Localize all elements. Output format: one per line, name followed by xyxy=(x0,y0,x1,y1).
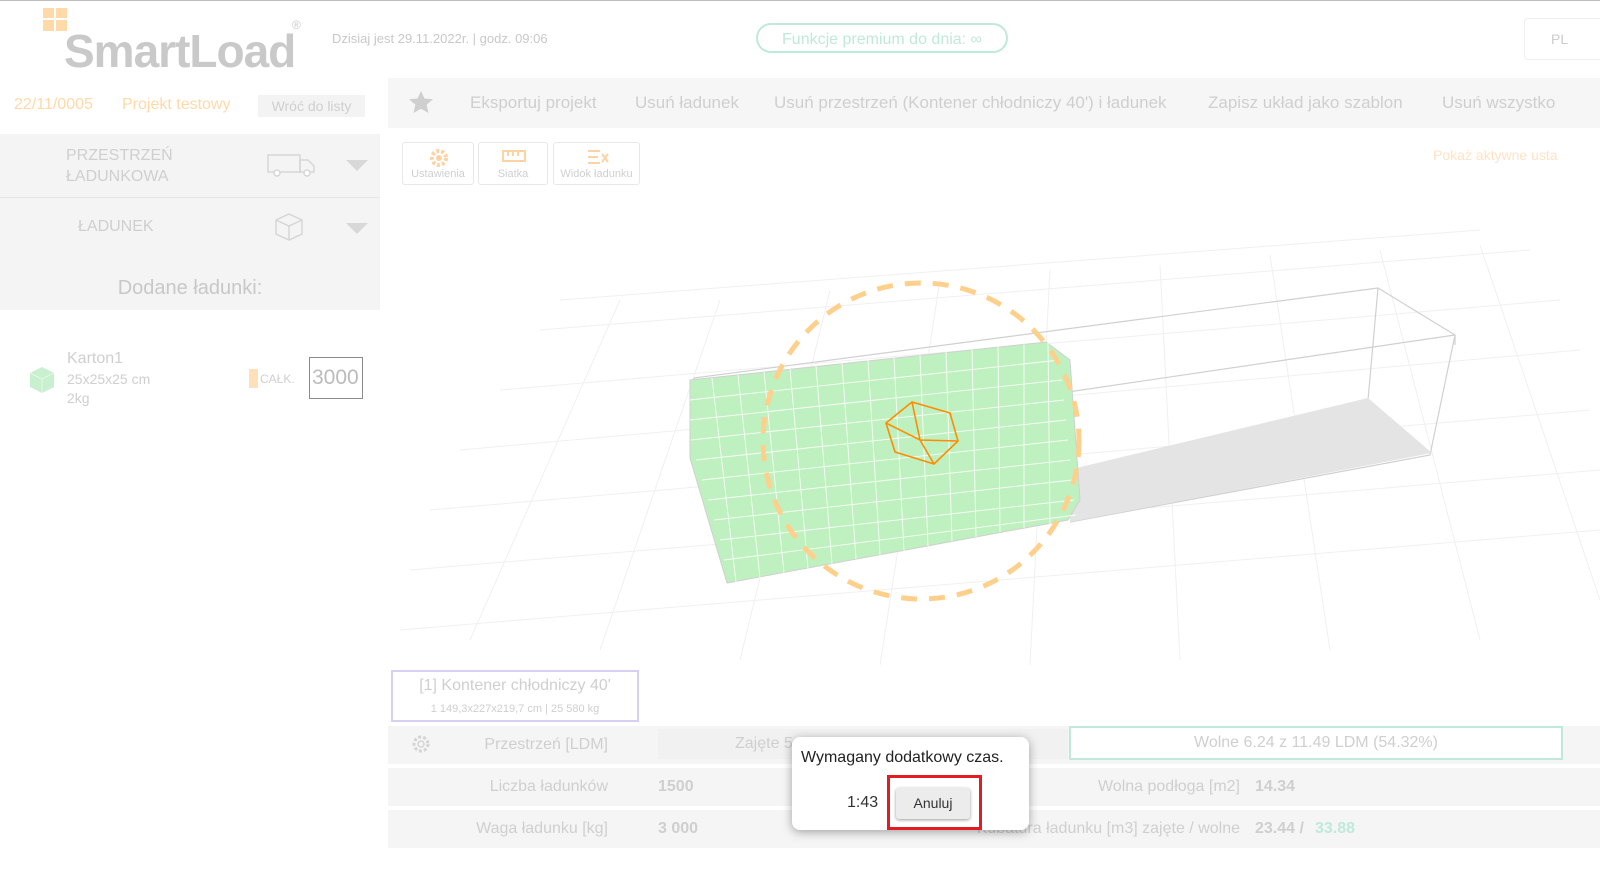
cargo-item-weight: 2kg xyxy=(67,390,90,406)
chevron-down-icon[interactable] xyxy=(346,160,368,172)
cargo-view-icon xyxy=(588,150,609,164)
cargo-section[interactable]: ŁADUNEK xyxy=(78,218,154,236)
cargo-item-dimensions: 25x25x25 cm xyxy=(67,371,151,387)
settings-tool-button[interactable]: Ustawienia xyxy=(402,142,474,185)
cargo-view-tool-label: Widok ładunku xyxy=(560,168,633,180)
dialog-timer: 1:43 xyxy=(847,794,879,811)
3d-viewport[interactable] xyxy=(388,188,1600,668)
language-selector[interactable]: PL xyxy=(1524,18,1600,60)
gear-icon[interactable] xyxy=(410,733,432,755)
free-floor-label: Wolna podłoga [m2] xyxy=(1097,778,1240,795)
gear-icon xyxy=(430,149,448,167)
volume-free-value: 33.88 xyxy=(1315,820,1356,837)
cargo-item-name: Karton1 xyxy=(67,350,124,367)
cargo-count-value: 1500 xyxy=(658,778,694,795)
cancel-button-highlight xyxy=(887,775,982,830)
box-icon xyxy=(275,213,303,241)
show-active-settings-link[interactable]: Pokaż aktywne usta xyxy=(1433,147,1558,163)
divider xyxy=(0,197,380,198)
space-ldm-label: Przestrzeń [LDM] xyxy=(484,736,608,753)
cargo-weight-value: 3 000 xyxy=(658,820,699,837)
cargo-block xyxy=(689,341,1081,584)
remove-all-menu-item[interactable]: Usuń wszystko xyxy=(1442,93,1555,113)
total-label: CAŁK. xyxy=(260,372,295,386)
free-floor-value: 14.34 xyxy=(1255,778,1296,795)
grid-tool-label: Siatka xyxy=(497,168,529,180)
logo[interactable]: SmartLoad xyxy=(64,24,296,78)
star-icon[interactable] xyxy=(408,90,434,114)
current-date: Dzisiaj jest 29.11.2022r. | godz. 09:06 xyxy=(332,31,548,46)
save-template-menu-item[interactable]: Zapisz układ jako szablon xyxy=(1208,93,1403,113)
premium-button[interactable]: Funkcje premium do dnia: ∞ xyxy=(756,23,1008,53)
project-id: 22/11/0005 xyxy=(14,96,93,113)
container-dimensions: 1 149,3x227x219,7 cm | 25 580 kg xyxy=(430,703,600,715)
cargo-count-label: Liczba ładunków xyxy=(489,778,608,795)
free-ldm-box: Wolne 6.24 z 11.49 LDM (54.32%) xyxy=(1069,726,1563,760)
logo-registered-mark: ® xyxy=(292,18,301,32)
volume-occupied-value: 23.44 / xyxy=(1255,820,1304,837)
total-marker xyxy=(249,369,258,388)
export-project-menu-item[interactable]: Eksportuj projekt xyxy=(470,93,597,113)
back-to-list-button[interactable]: Wróć do listy xyxy=(258,95,365,117)
top-border xyxy=(0,0,1600,1)
cargo-cube-icon xyxy=(29,367,55,393)
container-name: [1] Kontener chłodniczy 40' xyxy=(419,677,611,694)
chevron-down-icon[interactable] xyxy=(346,223,368,235)
project-name[interactable]: Projekt testowy xyxy=(122,96,230,114)
added-cargo-title: Dodane ładunki: xyxy=(117,277,263,299)
quantity-input[interactable] xyxy=(309,357,363,399)
ruler-icon xyxy=(502,150,526,162)
cargo-view-tool-button[interactable]: Widok ładunku xyxy=(553,142,640,185)
remove-cargo-menu-item[interactable]: Usuń ładunek xyxy=(635,93,739,113)
dialog-title: Wymagany dodatkowy czas. xyxy=(801,749,1004,766)
settings-tool-label: Ustawienia xyxy=(411,168,465,180)
remove-space-menu-item[interactable]: Usuń przestrzeń (Kontener chłodniczy 40'… xyxy=(774,93,1167,113)
grid-tool-button[interactable]: Siatka xyxy=(478,142,548,185)
occupied-ldm-label: Zajęte 5 xyxy=(735,735,793,752)
container-label[interactable]: [1] Kontener chłodniczy 40' 1 149,3x227x… xyxy=(391,670,639,722)
cargo-space-section[interactable]: PRZESTRZEŃ ŁADUNKOWA xyxy=(66,145,196,187)
cargo-weight-label: Waga ładunku [kg] xyxy=(476,820,608,837)
truck-icon xyxy=(267,154,315,177)
container-floor xyxy=(1068,398,1432,522)
